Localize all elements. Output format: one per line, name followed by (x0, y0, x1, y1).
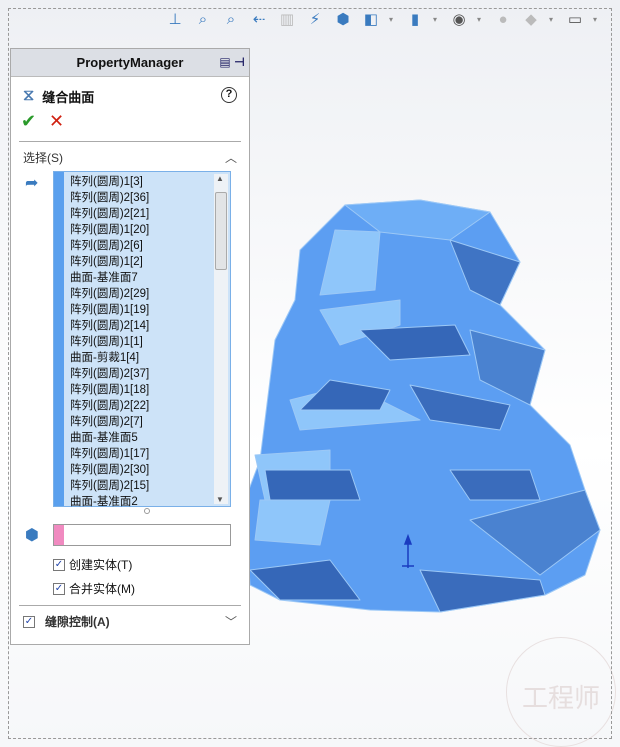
solid-body-icon: ⬢ (25, 527, 39, 544)
create-solid-label: 创建实体(T) (69, 558, 133, 572)
checkbox[interactable]: ✓ (53, 582, 65, 595)
feature-title: ⧖ 缝合曲面 (11, 85, 249, 107)
cancel-button[interactable]: ✕ (49, 111, 64, 132)
gap-control-label: 缝隙控制(A) (45, 615, 110, 629)
zoom-to-fit-icon[interactable]: ⌕ (193, 9, 213, 29)
list-item[interactable]: 阵列(圆周)2[15] (70, 478, 214, 494)
list-item[interactable]: 阵列(圆周)2[36] (70, 190, 214, 206)
resize-handle[interactable] (144, 508, 150, 514)
list-item[interactable]: 曲面-基准面7 (70, 270, 214, 286)
list-item[interactable]: 阵列(圆周)1[20] (70, 222, 214, 238)
scroll-down-icon[interactable]: ▼ (216, 495, 224, 504)
facet (254, 499, 331, 546)
section-view-icon[interactable]: ▥ (277, 9, 297, 29)
ok-button[interactable]: ✔ (21, 111, 36, 132)
merge-solid-label: 合并实体(M) (69, 582, 135, 596)
monitor-icon[interactable]: ▭ (565, 9, 585, 29)
body-color-stripe (54, 525, 64, 545)
display-style-icon[interactable]: ◧ (361, 9, 381, 29)
selection-section-label[interactable]: 选择(S) (23, 149, 63, 166)
list-item[interactable]: 阵列(圆周)1[19] (70, 302, 214, 318)
view-settings-icon[interactable]: ◆ (521, 9, 541, 29)
list-item[interactable]: 曲面-基准面5 (70, 430, 214, 446)
view-orientation-icon[interactable]: ⊥ (165, 9, 185, 29)
merge-solid-checkbox[interactable]: ✓ 合并实体(M) (53, 580, 135, 597)
knit-surface-icon: ⧖ (23, 87, 35, 104)
list-item[interactable]: 曲面-基准面2 (70, 494, 214, 510)
apply-scene-icon[interactable]: ● (493, 9, 513, 29)
dynamic-annotation-icon[interactable]: ⚡ (305, 9, 325, 29)
pm-header: PropertyManager ▤ ⊣ (11, 49, 249, 77)
edit-appearance-icon[interactable]: ◉ (449, 9, 469, 29)
heads-up-toolbar: ⊥ ⌕ ⌕ ⇠ ▥ ⚡ ⬢ ◧ ▾ ▮ ▾ ◉ ▾ ● ◆ ▾ ▭ ▾ (165, 6, 601, 32)
chevron-down-icon[interactable]: ▾ (593, 15, 601, 24)
scroll-thumb[interactable] (215, 192, 227, 270)
list-item[interactable]: 阵列(圆周)1[3] (70, 174, 214, 190)
watermark: 工程师 (506, 637, 616, 747)
chevron-down-icon[interactable]: ▾ (549, 15, 557, 24)
list-item[interactable]: 阵列(圆周)1[2] (70, 254, 214, 270)
divider (19, 141, 241, 142)
list-item[interactable]: 阵列(圆周)1[17] (70, 446, 214, 462)
checkbox[interactable]: ✓ (53, 558, 65, 571)
surfaces-icon: ➦ (25, 175, 39, 192)
list-scrollbar[interactable]: ▲ ▼ (214, 174, 228, 504)
facet (264, 469, 361, 501)
list-item[interactable]: 阵列(圆周)2[7] (70, 414, 214, 430)
feature-name: 缝合曲面 (42, 89, 95, 105)
list-item[interactable]: 阵列(圆周)2[22] (70, 398, 214, 414)
pm-title: PropertyManager (76, 55, 184, 70)
scroll-up-icon[interactable]: ▲ (216, 174, 224, 183)
chevron-up-icon[interactable]: ︿ (225, 149, 237, 166)
gap-control-section[interactable]: ✓ 缝隙控制(A) (23, 613, 110, 630)
list-item[interactable]: 阵列(圆周)2[14] (70, 318, 214, 334)
property-manager: PropertyManager ▤ ⊣ ⧖ 缝合曲面 ? ✔ ✕ 选择(S) ︿… (10, 48, 250, 645)
divider (19, 605, 241, 606)
pin-icon[interactable]: ▤ ⊣ (219, 55, 245, 69)
list-item[interactable]: 曲面-剪裁1[4] (70, 350, 214, 366)
list-item[interactable]: 阵列(圆周)2[21] (70, 206, 214, 222)
list-item[interactable]: 阵列(圆周)2[6] (70, 238, 214, 254)
body-selection-box[interactable] (53, 524, 231, 546)
create-solid-checkbox[interactable]: ✓ 创建实体(T) (53, 556, 132, 573)
chevron-down-icon[interactable]: ﹀ (225, 613, 237, 630)
checkbox[interactable]: ✓ (23, 615, 35, 628)
zoom-to-area-icon[interactable]: ⌕ (221, 9, 241, 29)
list-item[interactable]: 阵列(圆周)2[30] (70, 462, 214, 478)
hide-show-icon[interactable]: ▮ (405, 9, 425, 29)
previous-view-icon[interactable]: ⇠ (249, 9, 269, 29)
surfaces-list[interactable]: 阵列(圆周)1[3] 阵列(圆周)2[36] 阵列(圆周)2[21] 阵列(圆周)1[… (53, 171, 231, 510)
view-orientation-cube-icon[interactable]: ⬢ (333, 9, 353, 29)
list-item[interactable]: 阵列(圆周)2[29] (70, 286, 214, 302)
list-item[interactable]: 阵列(圆周)2[37] (70, 366, 214, 382)
list-item[interactable]: 阵列(圆周)1[1] (70, 334, 214, 350)
list-items: 阵列(圆周)1[3] 阵列(圆周)2[36] 阵列(圆周)2[21] 阵列(圆周)1[… (70, 174, 214, 510)
chevron-down-icon[interactable]: ▾ (433, 15, 441, 24)
help-button[interactable]: ? (221, 87, 237, 103)
selection-color-stripe (54, 172, 64, 506)
list-item[interactable]: 阵列(圆周)1[18] (70, 382, 214, 398)
chevron-down-icon[interactable]: ▾ (477, 15, 485, 24)
chevron-down-icon[interactable]: ▾ (389, 15, 397, 24)
